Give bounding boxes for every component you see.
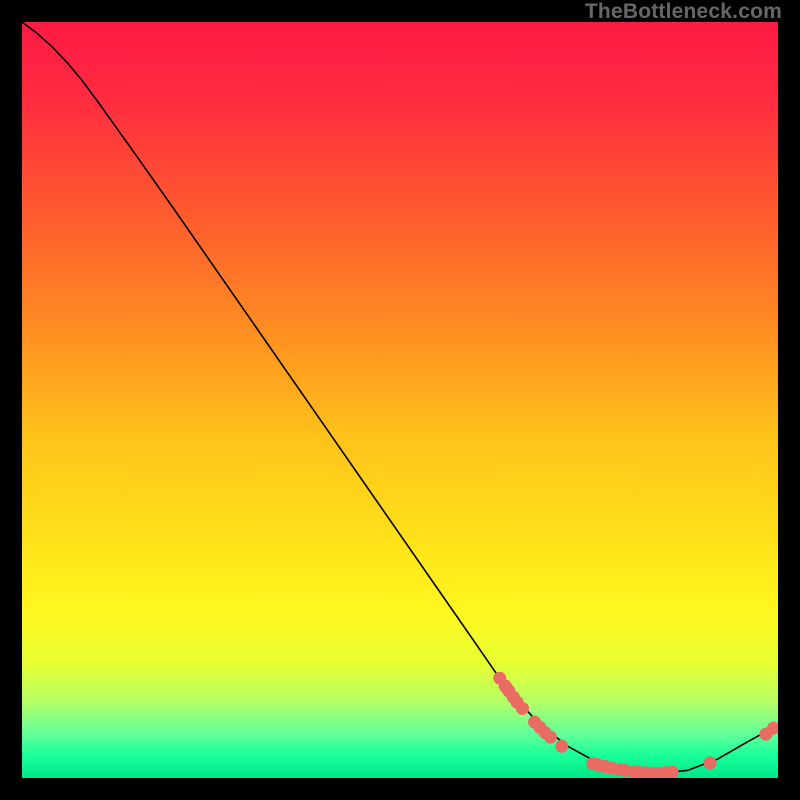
data-marker xyxy=(516,702,529,715)
bottleneck-chart xyxy=(22,22,778,778)
data-marker xyxy=(555,740,568,753)
chart-background xyxy=(22,22,778,778)
data-marker xyxy=(666,765,679,778)
data-marker xyxy=(544,731,557,744)
watermark-text: TheBottleneck.com xyxy=(585,0,782,24)
data-marker xyxy=(703,756,716,769)
chart-frame: TheBottleneck.com xyxy=(0,0,800,800)
